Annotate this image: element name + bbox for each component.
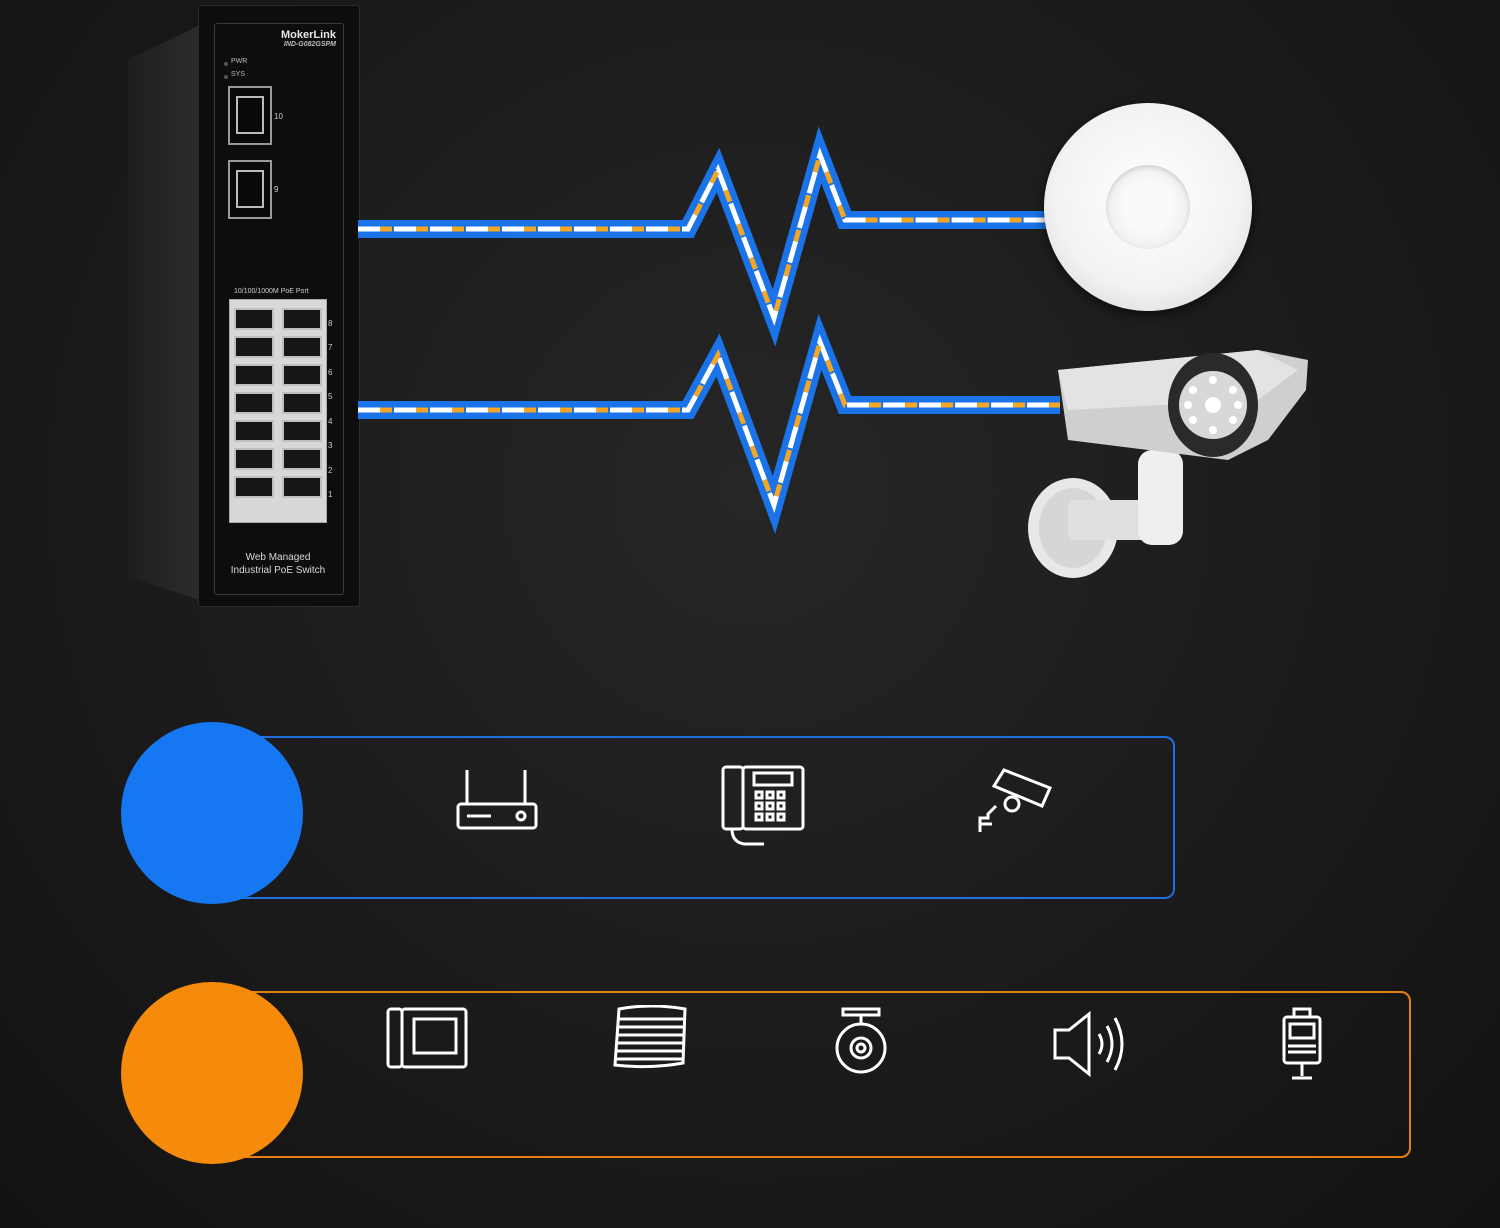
security-camera-icon [976, 766, 1054, 834]
cable-bottom [358, 313, 1060, 534]
panel-antenna-icon [611, 1005, 689, 1071]
security-camera [1028, 350, 1308, 578]
router-icon [455, 766, 539, 832]
orange-circle [121, 982, 303, 1164]
ip-phone-icon [720, 764, 806, 854]
cable-top [358, 126, 1050, 347]
blue-circle [121, 722, 303, 904]
dashcam-icon [833, 1006, 889, 1076]
kiosk-icon [1280, 1006, 1324, 1082]
intercom-icon [385, 1006, 469, 1070]
access-point [1044, 103, 1252, 311]
speaker-icon [1051, 1010, 1131, 1078]
